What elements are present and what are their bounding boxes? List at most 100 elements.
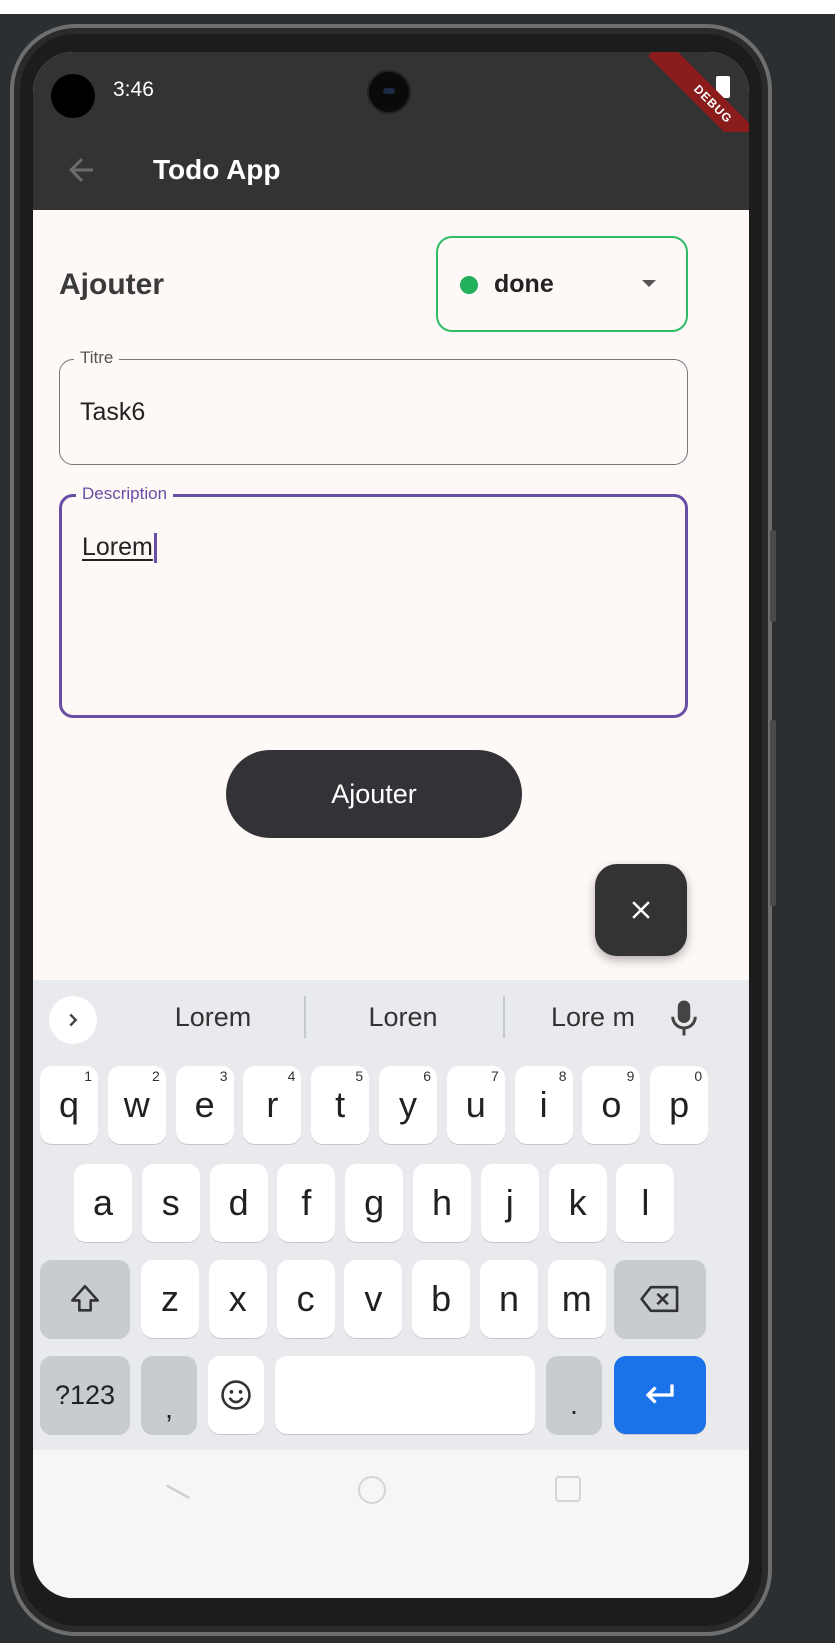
nav-recents-icon[interactable] [555,1476,581,1502]
key-label: g [364,1182,385,1223]
key-label: q [58,1084,80,1125]
key-l[interactable]: l [616,1164,675,1242]
key-o[interactable]: o9 [582,1066,641,1144]
key-label: l [641,1182,650,1223]
status-dropdown[interactable]: done [436,236,688,332]
key-label: y [399,1084,417,1125]
close-fab[interactable] [595,864,687,956]
key-hint: 0 [694,1068,703,1084]
key-label: x [228,1278,247,1319]
key-label: z [161,1278,179,1319]
description-field[interactable]: Description Lorem [59,484,688,718]
back-arrow-icon[interactable] [63,152,99,188]
title-field-label: Titre [74,348,120,368]
shift-key[interactable] [40,1260,130,1338]
title-field[interactable]: Titre Task6 [59,348,688,465]
submit-button[interactable]: Ajouter [226,750,522,838]
key-u[interactable]: u7 [446,1066,505,1144]
emoji-key[interactable] [208,1356,264,1434]
key-x[interactable]: x [208,1260,267,1338]
key-h[interactable]: h [413,1164,471,1242]
key-label: v [364,1278,383,1319]
key-hint: 2 [152,1068,160,1084]
key-q[interactable]: q1 [40,1066,98,1144]
key-label: a [92,1182,114,1223]
key-k[interactable]: k [548,1164,607,1242]
backspace-icon [640,1285,679,1313]
key-hint: 1 [84,1068,92,1084]
key-label: r [266,1084,279,1125]
key-p[interactable]: p0 [650,1066,709,1144]
suggestion-1[interactable]: Lorem [133,1002,293,1033]
key-hint: 3 [219,1068,228,1084]
nav-back-icon[interactable] [163,1478,193,1508]
suggestion-divider [304,996,306,1038]
key-hint: 5 [355,1068,364,1084]
window-top-strip [0,0,835,14]
key-t[interactable]: t5 [311,1066,370,1144]
suggestion-2[interactable]: Loren [323,1002,483,1033]
microphone-icon[interactable] [669,998,699,1038]
app-bar: Todo App [33,132,749,210]
app-title: Todo App [153,154,281,185]
dropdown-arrow-icon [642,280,656,287]
key-s[interactable]: s [141,1164,200,1242]
comma-key-label: , [165,1393,173,1424]
title-field-value: Task6 [80,398,146,426]
key-z[interactable]: z [141,1260,199,1338]
key-label: u [465,1084,486,1125]
suggestion-divider [503,996,505,1038]
enter-key[interactable] [614,1356,706,1434]
section-title: Ajouter [59,268,164,301]
key-label: c [296,1278,315,1319]
shift-icon [70,1284,100,1312]
key-label: o [601,1084,622,1125]
key-b[interactable]: b [412,1260,471,1338]
nav-home-icon[interactable] [358,1476,386,1504]
key-j[interactable]: j [480,1164,539,1242]
key-v[interactable]: v [344,1260,403,1338]
comma-key[interactable]: , [141,1356,197,1434]
status-value: done [494,270,554,298]
key-hint: 6 [423,1068,431,1084]
backspace-key[interactable] [614,1260,706,1338]
key-y[interactable]: y6 [379,1066,437,1144]
key-i[interactable]: i8 [514,1066,573,1144]
key-f[interactable]: f [277,1164,336,1242]
key-r[interactable]: r4 [243,1066,302,1144]
system-nav-bar [33,1450,749,1598]
key-e[interactable]: e3 [175,1066,234,1144]
key-label: j [505,1182,514,1223]
key-label: s [161,1182,180,1223]
key-w[interactable]: w2 [107,1066,166,1144]
suggestion-bar: Lorem Loren Lore m [33,980,749,1058]
key-label: d [228,1182,249,1223]
key-hint: 7 [491,1068,499,1084]
key-d[interactable]: d [209,1164,268,1242]
text-cursor [153,533,157,564]
key-label: w [123,1084,150,1125]
front-camera [369,72,409,112]
space-key[interactable] [275,1356,535,1434]
suggestion-3[interactable]: Lore m [513,1002,673,1033]
key-label: h [431,1182,453,1223]
status-dot-icon [460,276,478,294]
status-avatar-dot [51,74,95,118]
symbols-key[interactable]: ?123 [40,1356,130,1434]
key-label: p [669,1084,690,1125]
key-label: m [561,1278,592,1319]
status-time: 3:46 [113,78,154,101]
period-key[interactable]: . [546,1356,602,1434]
key-n[interactable]: n [480,1260,538,1338]
key-label: b [431,1278,452,1319]
expand-toolbar-button[interactable] [49,996,97,1044]
key-a[interactable]: a [74,1164,132,1242]
key-g[interactable]: g [345,1164,404,1242]
key-label: e [194,1084,215,1125]
status-bar: 3:46 DEBUG [33,52,749,170]
key-c[interactable]: c [276,1260,335,1338]
chevron-right-icon [69,1013,78,1027]
key-m[interactable]: m [547,1260,606,1338]
description-field-value-wrap: Lorem [82,533,157,564]
key-label: t [335,1084,346,1125]
